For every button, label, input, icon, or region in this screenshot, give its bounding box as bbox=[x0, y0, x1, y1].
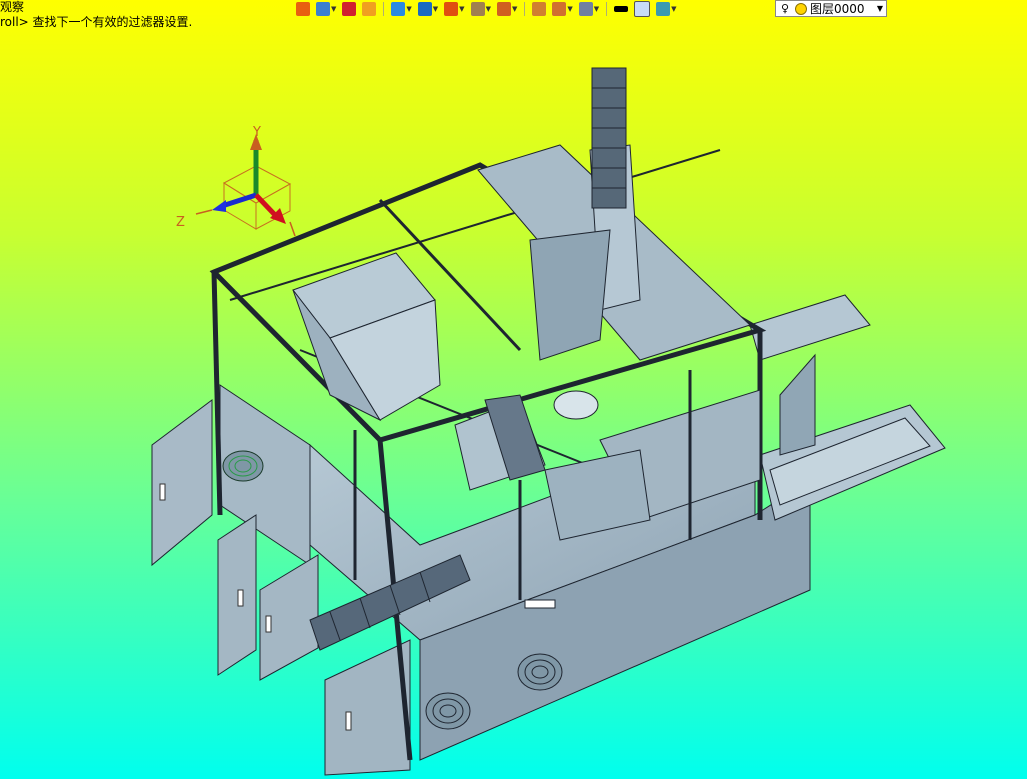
front-door bbox=[324, 639, 411, 776]
chevron-down-icon[interactable]: ▼ bbox=[874, 4, 886, 13]
chevron-down-icon[interactable]: ▼ bbox=[671, 5, 676, 13]
chevron-down-icon[interactable]: ▼ bbox=[459, 5, 464, 13]
box-color-icon bbox=[362, 1, 377, 16]
frame-icon bbox=[552, 1, 567, 16]
layer-stack-icon bbox=[656, 1, 671, 16]
fit-view-button[interactable] bbox=[530, 1, 548, 17]
chevron-down-icon[interactable]: ▼ bbox=[331, 5, 336, 13]
mechanism-assembly bbox=[529, 229, 611, 361]
view-toolbar: ▼ ▼ ▼ ▼ ▼ ▼ ▼ ▼ ▼ bbox=[294, 0, 679, 17]
chevron-down-icon[interactable]: ▼ bbox=[567, 5, 572, 13]
pencil-button[interactable] bbox=[340, 1, 358, 17]
layer-name: 图层0000 bbox=[810, 2, 865, 16]
fit-view-icon bbox=[532, 1, 547, 16]
frame-button[interactable]: ▼ bbox=[550, 1, 574, 17]
work-plane-icon bbox=[496, 1, 511, 16]
cube-view-button[interactable]: ▼ bbox=[416, 1, 440, 17]
fill-color-icon bbox=[634, 0, 651, 17]
layers-manage-icon bbox=[316, 1, 330, 16]
cube-button[interactable]: ▼ bbox=[389, 1, 413, 17]
layer-stack-button[interactable]: ▼ bbox=[654, 1, 678, 17]
render-mode-button[interactable]: ▼ bbox=[469, 1, 493, 17]
command-status-title: 观察 bbox=[0, 0, 25, 14]
z-axis-label: Z bbox=[176, 215, 185, 230]
chevron-down-icon[interactable]: ▼ bbox=[433, 5, 438, 13]
section-cut-icon bbox=[444, 1, 459, 16]
section-cut-button[interactable]: ▼ bbox=[442, 1, 466, 17]
cube-icon bbox=[391, 1, 406, 16]
z-axis-arrow bbox=[221, 192, 257, 209]
toolbar-separator bbox=[383, 1, 385, 16]
layers-manage-button[interactable]: ▼ bbox=[314, 1, 338, 17]
axis-triad: Y Z bbox=[176, 125, 296, 237]
chevron-down-icon[interactable]: ▼ bbox=[406, 5, 411, 13]
command-prompt-line: roll> 查找下一个有效的过滤器设置. bbox=[0, 15, 193, 29]
layer-visible-icon[interactable] bbox=[795, 2, 807, 15]
bulb-icon[interactable]: ♀ bbox=[779, 2, 791, 15]
exit-icon bbox=[296, 1, 310, 16]
toolbar-separator bbox=[606, 1, 608, 16]
upper-conveyor bbox=[749, 294, 871, 361]
line-color-icon bbox=[614, 5, 629, 12]
door-handle bbox=[159, 483, 166, 501]
cylinder-icon bbox=[578, 1, 593, 16]
y-axis-label: Y bbox=[252, 125, 261, 140]
toolbar-separator bbox=[524, 1, 526, 16]
chevron-down-icon[interactable]: ▼ bbox=[512, 5, 517, 13]
chevron-down-icon[interactable]: ▼ bbox=[594, 5, 599, 13]
left-door-middle bbox=[217, 514, 257, 676]
left-door-upper bbox=[151, 399, 213, 567]
3d-viewport[interactable]: Y Z bbox=[0, 30, 1027, 779]
work-plane-button[interactable]: ▼ bbox=[495, 1, 519, 17]
chevron-down-icon[interactable]: ▼ bbox=[486, 5, 491, 13]
cylinder-button[interactable]: ▼ bbox=[577, 1, 601, 17]
layer-dropdown[interactable]: ♀ 图层0000 ▼ bbox=[775, 0, 887, 17]
render-mode-icon bbox=[470, 1, 485, 16]
box-color-button[interactable] bbox=[360, 1, 378, 17]
line-color-button[interactable] bbox=[612, 1, 630, 17]
cube-view-icon bbox=[417, 1, 432, 16]
exit-button[interactable] bbox=[294, 1, 312, 17]
pencil-icon bbox=[342, 1, 357, 16]
x-axis-arrow bbox=[254, 193, 278, 218]
fill-color-button[interactable] bbox=[632, 0, 652, 17]
cable-chain-top bbox=[591, 67, 627, 209]
